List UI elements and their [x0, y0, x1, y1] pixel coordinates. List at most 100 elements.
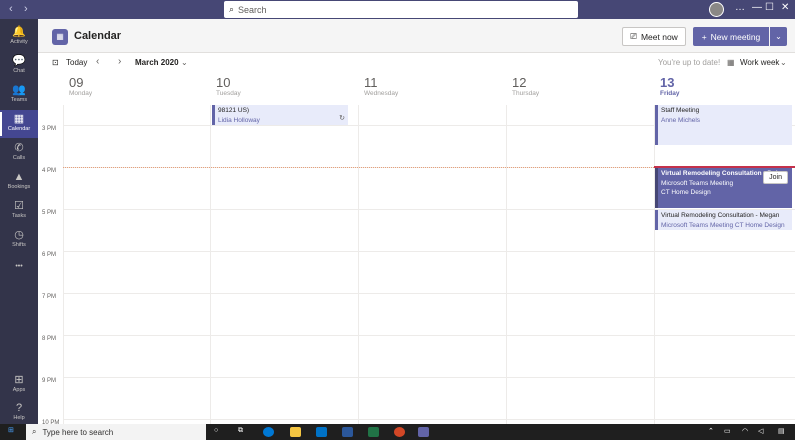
event-consultation-megan[interactable]: Virtual Remodeling Consultation - Megan … [655, 210, 792, 230]
page-title: Calendar [74, 30, 122, 42]
rail-label: Apps [12, 387, 26, 393]
today-icon[interactable]: ⊡ [52, 58, 59, 67]
day-name: Friday [660, 90, 680, 97]
bookings-icon: ▲ [13, 171, 25, 183]
rail-item-chat[interactable]: 💬 Chat [0, 52, 38, 80]
chevron-down-icon[interactable]: ⌄ [181, 58, 188, 67]
sync-status: You're up to date! [658, 58, 721, 67]
search-input[interactable]: ⌕ Search [224, 1, 578, 18]
event-title: 98121 US) [218, 107, 250, 114]
day-header-tuesday[interactable]: 10 Tuesday [210, 75, 241, 105]
rail-item-tasks[interactable]: ☑ Tasks [0, 197, 38, 225]
rail-item-help[interactable]: ? Help [0, 399, 38, 427]
rail-item-more[interactable]: ••• [0, 257, 38, 285]
event-location: Microsoft Teams Meeting CT Home Design [661, 222, 785, 229]
view-selector[interactable]: Work week [740, 58, 779, 67]
edge-icon[interactable] [263, 427, 274, 437]
day-header-wednesday[interactable]: 11 Wednesday [358, 75, 398, 105]
maximize-icon[interactable]: ☐ [765, 2, 774, 13]
hour-line [63, 419, 795, 420]
forward-arrow-icon[interactable]: › [24, 3, 28, 15]
new-meeting-label: New meeting [710, 31, 761, 42]
rail-label: Bookings [7, 184, 31, 190]
event-staff-meeting[interactable]: Staff Meeting Anne Michels [655, 105, 792, 145]
time-label: 4 PM [42, 168, 57, 174]
more-apps-icon: ••• [15, 263, 23, 270]
chevron-up-icon[interactable]: ⌃ [708, 427, 714, 435]
search-icon: ⌕ [32, 427, 37, 436]
hour-line [63, 293, 795, 294]
hour-line [63, 377, 795, 378]
minimize-icon[interactable]: — [752, 2, 762, 13]
avatar[interactable] [709, 2, 724, 17]
rail-item-shifts[interactable]: ◷ Shifts [0, 226, 38, 254]
prev-week-icon[interactable]: ‹ [96, 56, 99, 67]
teams-taskbar-icon[interactable] [418, 427, 429, 437]
next-week-icon[interactable]: › [118, 56, 121, 67]
rail-label: Shifts [12, 242, 26, 248]
day-header-thursday[interactable]: 12 Thursday [506, 75, 539, 105]
search-placeholder: Search [238, 4, 267, 15]
network-icon[interactable]: ◠ [742, 427, 748, 435]
cortana-icon[interactable]: ○ [214, 427, 218, 434]
event-organizer: Lidia Holloway [218, 117, 260, 124]
time-label: 3 PM [42, 126, 57, 132]
rail-item-teams[interactable]: 👥 Teams [0, 81, 38, 109]
event-title: Staff Meeting [661, 107, 700, 114]
event-tuesday[interactable]: 98121 US) Lidia Holloway ↻ [212, 105, 348, 125]
file-explorer-icon[interactable] [290, 427, 301, 437]
taskbar-search[interactable]: ⌕ Type here to search [26, 424, 206, 440]
chevron-down-icon[interactable]: ⌄ [780, 58, 787, 67]
month-selector[interactable]: March 2020 [135, 58, 179, 67]
new-meeting-dropdown[interactable]: ⌄ [770, 27, 787, 46]
rail-item-apps[interactable]: ⊞ Apps [0, 371, 38, 399]
rail-item-calendar[interactable]: ▦ Calendar [0, 110, 38, 138]
calendar-main: ▦ Calendar ⎚ Meet now + New meeting ⌄ ⊡ … [38, 19, 795, 426]
day-name: Tuesday [216, 90, 241, 97]
battery-icon: ▭ [724, 428, 731, 435]
tasks-icon: ☑ [14, 200, 24, 212]
rail-item-bookings[interactable]: ▲ Bookings [0, 168, 38, 196]
day-number: 10 [216, 75, 231, 90]
word-icon[interactable] [342, 427, 353, 437]
view-calendar-icon: ▦ [727, 58, 735, 67]
calendar-icon: ▦ [13, 113, 25, 125]
event-organizer: Anne Michels [661, 117, 701, 124]
task-view-icon[interactable]: ⧉ [238, 427, 243, 435]
excel-icon[interactable] [368, 427, 379, 437]
teams-icon: 👥 [12, 84, 26, 96]
hour-line [63, 251, 795, 252]
time-label: 5 PM [42, 210, 57, 216]
back-arrow-icon[interactable]: ‹ [9, 3, 13, 15]
day-number: 13 [660, 75, 675, 90]
rail-label: Chat [13, 68, 25, 74]
rail-label: Calendar [7, 126, 31, 132]
join-button[interactable]: Join [763, 171, 788, 184]
rail-label: Tasks [11, 213, 27, 219]
time-grid[interactable]: 3 PM 4 PM 5 PM 6 PM 7 PM 8 PM 9 PM 10 PM… [38, 105, 795, 426]
event-consultation-debra[interactable]: Virtual Remodeling Consultation - Debra … [655, 168, 792, 208]
day-name: Wednesday [364, 90, 399, 97]
new-meeting-button[interactable]: + New meeting [693, 27, 769, 46]
powerpoint-icon[interactable] [394, 427, 405, 437]
notifications-icon[interactable]: ▤ [778, 427, 785, 435]
day-name: Monday [69, 90, 93, 97]
bell-icon: 🔔 [12, 26, 26, 38]
day-number: 11 [364, 75, 378, 90]
day-header-friday[interactable]: 13 Friday [654, 75, 680, 105]
meet-now-label: Meet now [640, 31, 678, 42]
today-button[interactable]: Today [66, 58, 87, 67]
more-options-icon[interactable]: … [735, 2, 745, 13]
event-title: Virtual Remodeling Consultation - Megan [661, 212, 780, 219]
phone-icon: ✆ [14, 142, 24, 154]
windows-start-icon[interactable]: ⊞ [8, 426, 14, 434]
rail-item-activity[interactable]: 🔔 Activity [0, 23, 38, 51]
rail-item-calls[interactable]: ✆ Calls [0, 139, 38, 167]
meet-now-button[interactable]: ⎚ Meet now [622, 27, 686, 46]
time-label: 6 PM [42, 252, 57, 258]
event-organizer: CT Home Design [661, 189, 711, 196]
day-header-monday[interactable]: 09 Monday [63, 75, 92, 105]
volume-icon[interactable]: ◁ [758, 427, 763, 435]
close-icon[interactable]: ✕ [781, 2, 789, 13]
outlook-icon[interactable] [316, 427, 327, 437]
